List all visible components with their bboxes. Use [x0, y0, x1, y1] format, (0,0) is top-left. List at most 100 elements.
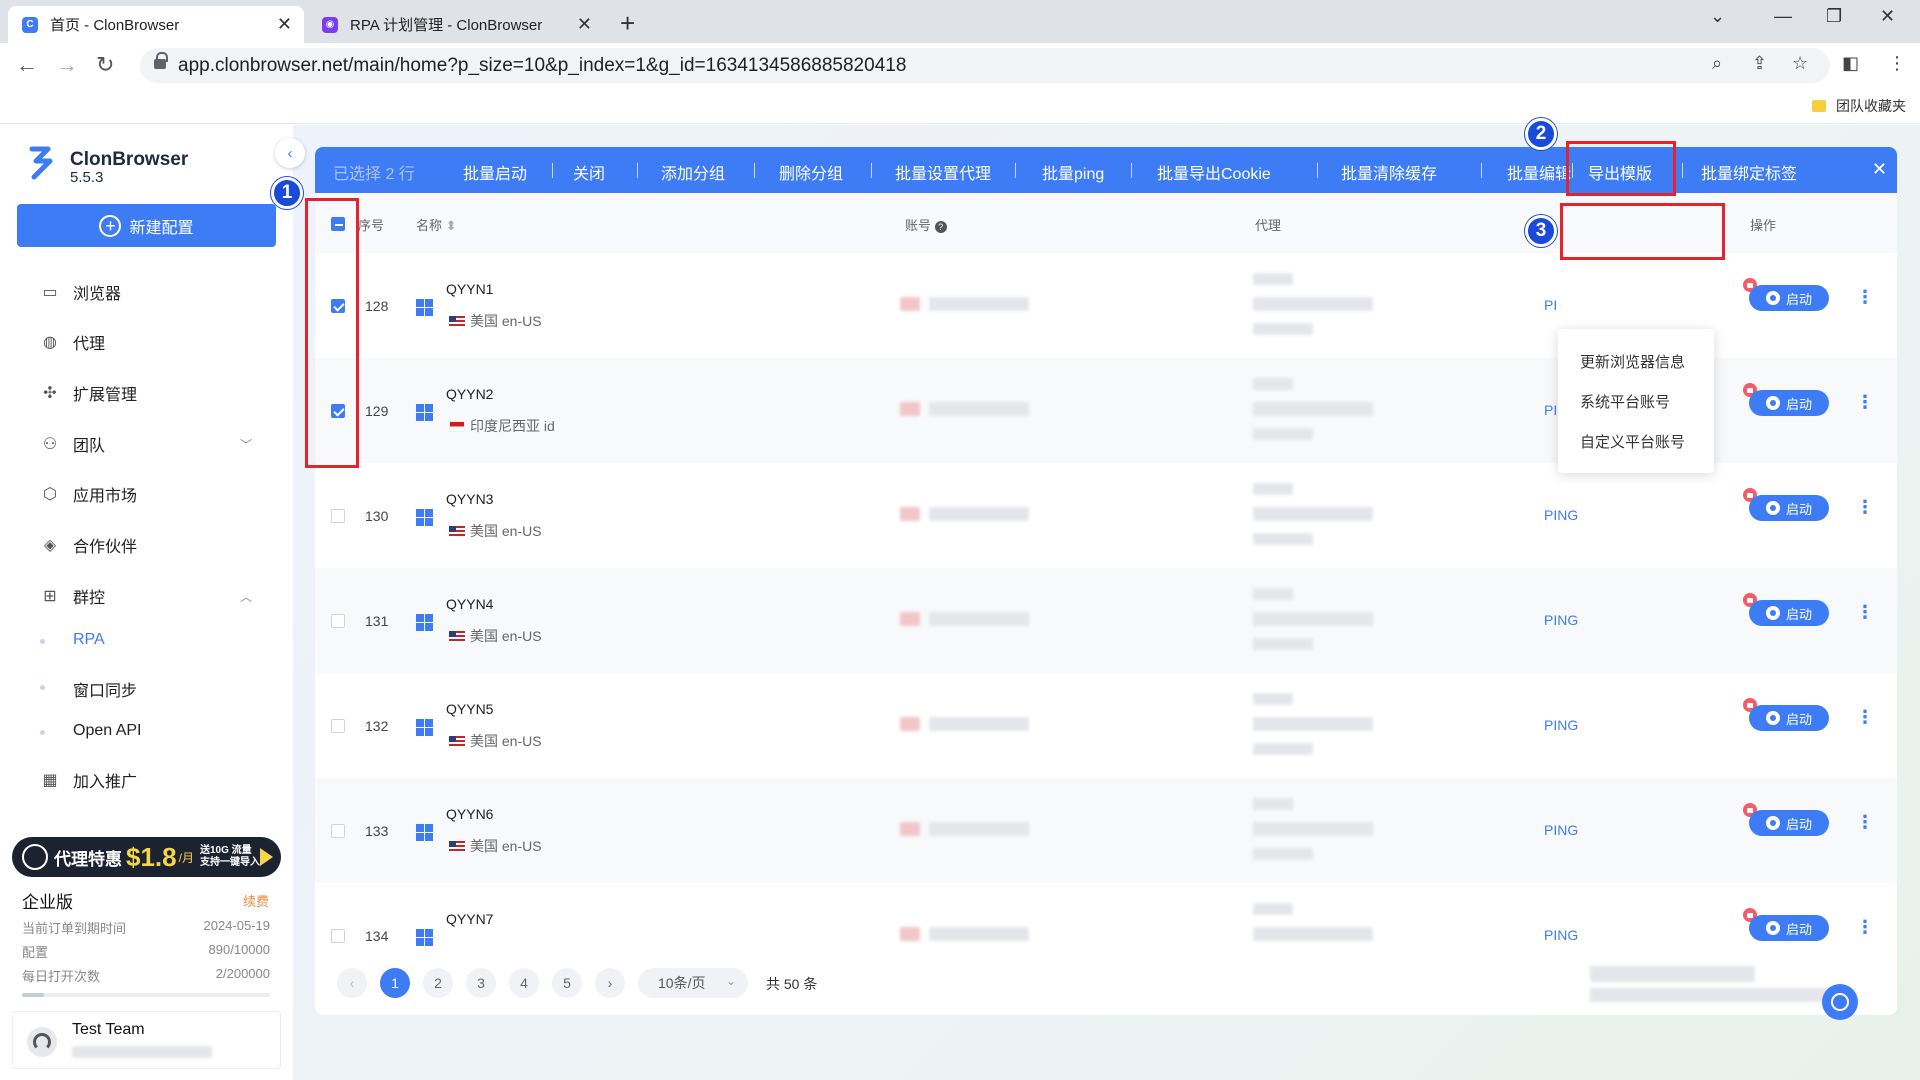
batch-action-10[interactable]: 批量绑定标签 — [1701, 160, 1797, 184]
ping-link[interactable]: PING — [1544, 507, 1578, 523]
url-bar[interactable]: app.clonbrowser.net/main/home?p_size=10&… — [140, 48, 1830, 83]
menu-item-system-platform-account[interactable]: 系统平台账号 — [1580, 391, 1670, 412]
menu-item-custom-platform-account[interactable]: 自定义平台账号 — [1580, 431, 1685, 452]
side-panel-icon[interactable]: ◧ — [1842, 53, 1859, 74]
tab-rpa[interactable]: ◉ RPA 计划管理 - ClonBrowser ✕ — [308, 6, 604, 43]
help-icon[interactable]: ? — [934, 221, 947, 233]
close-tab-icon[interactable]: ✕ — [277, 14, 292, 35]
start-button[interactable]: 启动 — [1749, 495, 1829, 521]
row-checkbox[interactable] — [331, 614, 345, 628]
next-page-icon[interactable]: › — [595, 968, 625, 998]
profile-name[interactable]: QYYN6 — [446, 806, 493, 822]
sidebar-subitem-rpa[interactable]: RPA — [73, 631, 105, 649]
browser-menu-icon[interactable]: ⋮ — [1888, 53, 1906, 74]
row-checkbox[interactable] — [331, 719, 345, 733]
sidebar-item-proxy[interactable]: ◍ 代理 — [40, 330, 105, 354]
sidebar-item-browser[interactable]: ▭ 浏览器 — [40, 280, 121, 304]
share-icon[interactable]: ⇪ — [1752, 53, 1767, 74]
row-checkbox[interactable] — [331, 509, 345, 523]
bookmark-folder[interactable]: 团队收藏夹 — [1812, 96, 1906, 116]
batch-action-2[interactable]: 添加分组 — [661, 160, 725, 184]
profile-name[interactable]: QYYN4 — [446, 596, 493, 612]
proxy-promo-banner[interactable]: 代理特惠 $1.8 /月 送10G 流量 支持一键导入 — [12, 837, 281, 877]
batch-action-3[interactable]: 删除分组 — [779, 160, 843, 184]
table-row[interactable]: 133 QYYN6 美国 en-US PING 启动 ⋮ — [315, 778, 1897, 883]
page-5[interactable]: 5 — [552, 968, 582, 998]
page-4[interactable]: 4 — [509, 968, 539, 998]
batch-action-8[interactable]: 批量编辑 — [1507, 160, 1571, 184]
tab-search-chevron-icon[interactable]: ⌄ — [1710, 6, 1725, 27]
row-checkbox[interactable] — [331, 824, 345, 838]
menu-item-update-browser-info[interactable]: 更新浏览器信息 — [1580, 351, 1685, 372]
ping-link[interactable]: PING — [1544, 822, 1578, 838]
restore-icon[interactable]: ❐ — [1826, 6, 1842, 27]
page-2[interactable]: 2 — [423, 968, 453, 998]
more-options-icon[interactable]: ⋮ — [1856, 497, 1874, 518]
profile-name[interactable]: QYYN2 — [446, 386, 493, 402]
start-button[interactable]: 启动 — [1749, 705, 1829, 731]
start-button[interactable]: 启动 — [1749, 600, 1829, 626]
new-tab-icon[interactable]: + — [620, 8, 635, 39]
page-size-select[interactable]: 10条/页 ⌄ — [638, 968, 748, 998]
start-button[interactable]: 启动 — [1749, 915, 1829, 941]
profile-name[interactable]: QYYN5 — [446, 701, 493, 717]
sort-icon[interactable]: ⬍ — [446, 218, 457, 233]
batch-action-5[interactable]: 批量ping — [1042, 160, 1104, 184]
more-options-icon[interactable]: ⋮ — [1856, 287, 1874, 308]
sidebar-item-group-control[interactable]: ⊞ 群控 — [40, 584, 105, 608]
user-card[interactable]: Test Team — [12, 1011, 281, 1069]
new-profile-button[interactable]: + 新建配置 — [17, 204, 276, 247]
close-action-bar-icon[interactable]: ✕ — [1872, 159, 1887, 180]
collapse-sidebar-icon[interactable]: ‹ — [275, 138, 305, 168]
prev-page-icon[interactable]: ‹ — [337, 968, 367, 998]
reload-icon[interactable]: ↻ — [96, 52, 114, 78]
more-options-icon[interactable]: ⋮ — [1856, 392, 1874, 413]
sidebar-item-team[interactable]: ⚇ 团队 — [40, 432, 105, 456]
page-1[interactable]: 1 — [380, 968, 410, 998]
sidebar-item-partners[interactable]: ◈ 合作伙伴 — [40, 533, 137, 557]
forward-icon[interactable]: → — [56, 52, 78, 78]
tab-home[interactable]: C 首页 - ClonBrowser ✕ — [8, 6, 304, 43]
batch-action-4[interactable]: 批量设置代理 — [895, 160, 991, 184]
ping-link[interactable]: PI — [1544, 297, 1557, 313]
start-button[interactable]: 启动 — [1749, 810, 1829, 836]
more-options-icon[interactable]: ⋮ — [1856, 707, 1874, 728]
table-row[interactable]: 134 QYYN7 PING 启动 ⋮ — [315, 883, 1897, 950]
start-button[interactable]: 启动 — [1749, 285, 1829, 311]
zoom-icon[interactable]: ⌕ — [1712, 53, 1722, 74]
minimize-icon[interactable]: — — [1774, 6, 1792, 27]
start-button[interactable]: 启动 — [1749, 390, 1829, 416]
support-chat-icon[interactable] — [1822, 984, 1858, 1020]
more-options-icon[interactable]: ⋮ — [1856, 917, 1874, 938]
ping-link[interactable]: PING — [1544, 717, 1578, 733]
back-icon[interactable]: ← — [16, 52, 38, 78]
profile-name[interactable]: QYYN7 — [446, 911, 493, 927]
ping-link[interactable]: PING — [1544, 927, 1578, 943]
table-row[interactable]: 132 QYYN5 美国 en-US PING 启动 ⋮ — [315, 673, 1897, 778]
sidebar-subitem-open-api[interactable]: Open API — [73, 722, 142, 740]
more-options-icon[interactable]: ⋮ — [1856, 602, 1874, 623]
table-row[interactable]: 131 QYYN4 美国 en-US PING 启动 ⋮ — [315, 568, 1897, 673]
ping-link[interactable]: PING — [1544, 612, 1578, 628]
sidebar-subitem-window-sync[interactable]: 窗口同步 — [73, 677, 137, 701]
profile-name[interactable]: QYYN3 — [446, 491, 493, 507]
batch-action-1[interactable]: 关闭 — [573, 160, 605, 184]
header-name[interactable]: 名称 ⬍ — [416, 215, 457, 234]
chevron-up-icon[interactable]: ︿ — [240, 588, 252, 605]
batch-action-6[interactable]: 批量导出Cookie — [1157, 160, 1271, 184]
table-row[interactable]: 130 QYYN3 美国 en-US PING 启动 ⋮ — [315, 463, 1897, 568]
row-checkbox[interactable] — [331, 929, 345, 943]
batch-action-0[interactable]: 批量启动 — [463, 160, 527, 184]
page-3[interactable]: 3 — [466, 968, 496, 998]
close-tab-icon[interactable]: ✕ — [577, 14, 592, 35]
batch-action-7[interactable]: 批量清除缓存 — [1341, 160, 1437, 184]
sidebar-item-app-market[interactable]: ⬡ 应用市场 — [40, 482, 137, 506]
chevron-down-icon[interactable]: ﹀ — [240, 436, 252, 453]
window-close-icon[interactable]: ✕ — [1880, 6, 1895, 27]
more-options-icon[interactable]: ⋮ — [1856, 812, 1874, 833]
sidebar-item-affiliate[interactable]: ▦ 加入推广 — [40, 768, 137, 792]
sidebar-item-extensions[interactable]: ✣ 扩展管理 — [40, 381, 137, 405]
profile-name[interactable]: QYYN1 — [446, 281, 493, 297]
renew-link[interactable]: 续费 — [243, 891, 269, 910]
star-icon[interactable]: ☆ — [1792, 53, 1808, 74]
